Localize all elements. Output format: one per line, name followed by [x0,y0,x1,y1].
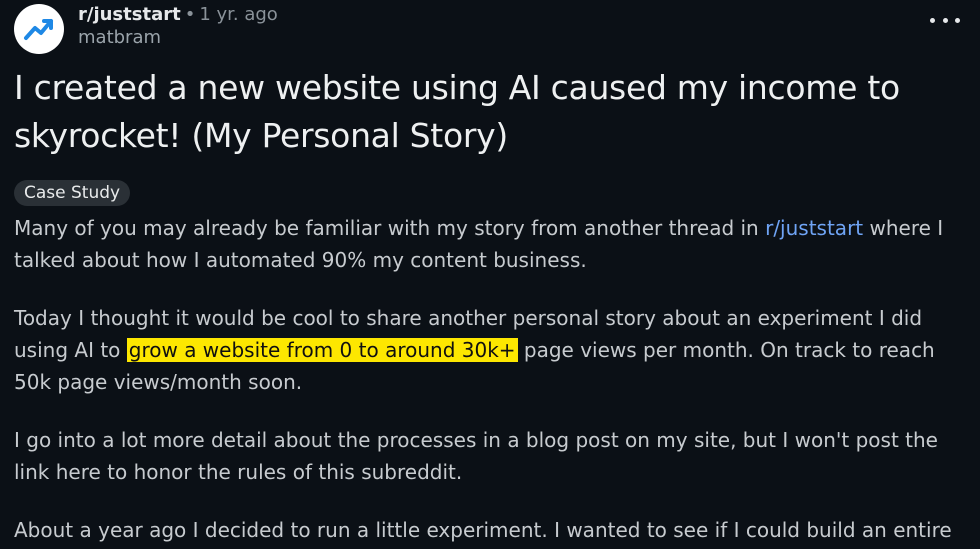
post-meta: r/juststart • 1 yr. ago matbram [78,4,278,50]
more-options-button[interactable] [930,10,960,30]
more-horizontal-icon [942,17,948,23]
post-container: r/juststart • 1 yr. ago matbram I created … [14,0,970,549]
subreddit-avatar[interactable] [14,4,64,54]
subreddit-link[interactable]: r/juststart [78,4,181,25]
highlighted-text: grow a website from 0 to around 30k+ [126,338,518,362]
post-flair[interactable]: Case Study [14,180,131,206]
post-body: Many of you may already be familiar with… [14,212,970,546]
meta-line: r/juststart • 1 yr. ago [78,4,278,26]
body-paragraph: Many of you may already be familiar with… [14,212,970,276]
body-paragraph: I go into a lot more detail about the pr… [14,428,938,484]
more-horizontal-icon [955,17,960,23]
post-header: r/juststart • 1 yr. ago matbram [14,0,970,56]
more-horizontal-icon [930,17,935,23]
post-title: I created a new website using AI caused … [14,68,900,155]
body-paragraph: About a year ago I decided to run a litt… [14,518,952,542]
meta-separator: • [184,4,196,25]
subreddit-inline-link[interactable]: r/juststart [765,216,863,240]
post-time: 1 yr. ago [199,4,278,25]
author-link[interactable]: matbram [78,26,278,50]
trending-up-icon [24,19,53,40]
body-paragraph: Today I thought it would be cool to shar… [14,302,970,398]
body-text: Many of you may already be familiar with… [14,216,766,240]
